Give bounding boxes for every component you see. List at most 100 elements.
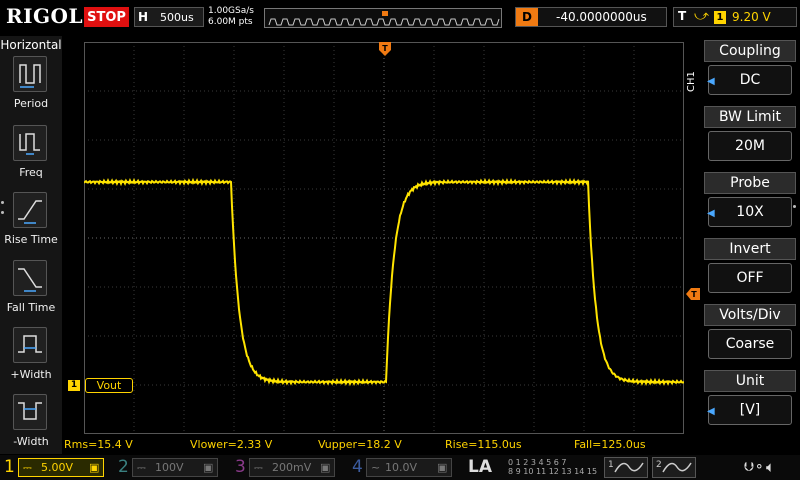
measurement-vlower: Vlower=2.33 V: [190, 438, 273, 451]
measure-fall-time-button[interactable]: Fall Time: [0, 260, 62, 322]
run-stop-status[interactable]: STOP: [84, 7, 129, 27]
left-arrow-icon: ◀: [707, 76, 715, 87]
ch1-label: Vout: [85, 378, 133, 393]
left-arrow-icon: ◀: [707, 208, 715, 219]
dc-coupling-icon: ⎓: [254, 461, 263, 474]
measurement-rms: Rms=15.4 V: [64, 438, 133, 451]
volts-div-softkey[interactable]: Volts/Div Coarse: [704, 304, 796, 366]
left-arrow-icon: ◀: [707, 406, 715, 417]
probe-softkey[interactable]: Probe ◀ 10X: [704, 172, 796, 234]
ac-coupling-icon: ~: [371, 461, 381, 474]
trigger-position-marker: [382, 11, 388, 16]
ch2-status[interactable]: 2 ⎓ 100V ▣: [118, 457, 218, 478]
trigger-level: 9.20 V: [732, 10, 771, 24]
coupling-softkey[interactable]: Coupling ◀ DC: [704, 40, 796, 102]
bw-limit-softkey[interactable]: BW Limit 20M: [704, 106, 796, 168]
timebase-box[interactable]: H 500us: [134, 7, 204, 27]
channel-menu: Coupling ◀ DC BW Limit 20M Probe ◀ 10X Inv…: [704, 40, 800, 454]
page-dots-right: [793, 205, 796, 208]
digital-row-high: 8 9 10 11 12 13 14 15: [508, 467, 598, 476]
unit-label: Unit: [704, 370, 796, 392]
digital-channels-indicator[interactable]: 0 1 2 3 4 5 6 7 8 9 10 11 12 13 14 15: [508, 458, 601, 477]
unit-softkey[interactable]: Unit ◀ [V]: [704, 370, 796, 432]
probe-label: Probe: [704, 172, 796, 194]
coupling-value: ◀ DC: [707, 65, 792, 95]
ch2-number: 2: [118, 457, 129, 477]
memory-overview-bar[interactable]: [264, 8, 502, 28]
measure-negative-width-button[interactable]: -Width: [0, 394, 62, 456]
coupling-label: Coupling: [704, 40, 796, 62]
channel-status-bar: 1 ⎓ 5.00V ▣ 2 ⎓ 100V ▣ 3 ⎓ 200mV ▣ 4 ~ 1…: [0, 455, 800, 480]
volts-div-value: Coarse: [708, 329, 792, 359]
horizontal-menu: Horizontal Period Freq Rise Time Fall Ti…: [0, 36, 62, 454]
delay-value: -40.0000000us: [556, 10, 647, 24]
waveform-display[interactable]: T: [84, 42, 684, 434]
ch1-status[interactable]: 1 ⎓ 5.00V ▣: [4, 457, 104, 478]
ch3-scale: 200mV: [272, 461, 312, 474]
speaker-mute-icon[interactable]: 🔈︎: [766, 458, 775, 476]
ch3-status[interactable]: 3 ⎓ 200mV ▣: [235, 457, 335, 478]
bw-limit-label: BW Limit: [704, 106, 796, 128]
timebase-value: 500us: [160, 11, 194, 24]
invert-label: Invert: [704, 238, 796, 260]
graticule: [84, 42, 684, 434]
wave-icon: [614, 462, 644, 473]
bandwidth-limit-icon: ▣: [320, 461, 331, 474]
menu-title: Horizontal: [0, 38, 62, 52]
dc-coupling-icon: ⎓: [23, 461, 32, 474]
ch1-offset-marker[interactable]: 1 Vout: [68, 378, 134, 393]
measure-rise-time-button[interactable]: Rise Time: [0, 192, 62, 254]
svg-text:T: T: [382, 44, 388, 53]
unit-value: ◀ [V]: [707, 395, 792, 425]
rise-time-label: Rise Time: [4, 233, 58, 246]
delay-box[interactable]: D -40.0000000us: [515, 7, 667, 27]
rising-edge-icon: ⤻: [694, 8, 709, 24]
ch2-scale: 100V: [155, 461, 184, 474]
ch4-status[interactable]: 4 ~ 10.0V ▣: [352, 457, 452, 478]
measurement-fall: Fall=125.0us: [574, 438, 646, 451]
bandwidth-limit-icon: ▣: [203, 461, 214, 474]
positive-width-icon: [13, 327, 47, 363]
negative-width-label: -Width: [13, 435, 49, 448]
ch1-marker-number: 1: [68, 380, 80, 391]
trigger-level-marker[interactable]: T: [686, 288, 700, 300]
measure-period-button[interactable]: Period: [0, 56, 62, 118]
period-label: Period: [13, 97, 49, 110]
logic-analyzer-label[interactable]: LA: [468, 457, 492, 477]
ch1-number: 1: [4, 457, 15, 477]
positive-width-label: +Width: [10, 368, 52, 381]
measurement-rise: Rise=115.0us: [445, 438, 522, 451]
brand-logo: RIGOL: [6, 4, 84, 28]
ch1-scale: 5.00V: [41, 461, 74, 474]
measurement-vupper: Vupper=18.2 V: [318, 438, 402, 451]
period-icon: [13, 56, 47, 92]
trigger-position-icon[interactable]: T: [379, 42, 393, 58]
wave-icon: [662, 462, 692, 473]
horizontal-label: H: [138, 10, 149, 24]
decode-2-button[interactable]: 2: [652, 457, 696, 478]
negative-width-icon: [13, 394, 47, 430]
trigger-source: 1: [714, 11, 726, 24]
trigger-box[interactable]: T ⤻ 1 9.20 V: [673, 7, 797, 27]
fall-time-label: Fall Time: [6, 301, 56, 314]
delay-label: D: [516, 8, 538, 26]
measure-freq-button[interactable]: Freq: [0, 125, 62, 187]
bandwidth-limit-icon: ▣: [89, 461, 100, 474]
acquisition-info: 1.00GSa/s 6.00M pts: [208, 6, 254, 28]
measure-positive-width-button[interactable]: +Width: [0, 327, 62, 389]
rise-time-icon: [13, 192, 47, 228]
probe-value: ◀ 10X: [707, 197, 792, 227]
decode-1-button[interactable]: 1: [604, 457, 648, 478]
freq-label: Freq: [19, 166, 43, 179]
volts-div-label: Volts/Div: [704, 304, 796, 326]
ch4-scale: 10.0V: [385, 461, 418, 474]
ch3-number: 3: [235, 457, 246, 477]
ch4-number: 4: [352, 457, 363, 477]
invert-softkey[interactable]: Invert OFF: [704, 238, 796, 300]
trigger-label: T: [678, 9, 687, 23]
svg-text:T: T: [691, 290, 697, 299]
invert-value: OFF: [708, 263, 792, 293]
frequency-icon: [13, 125, 47, 161]
bandwidth-limit-icon: ▣: [437, 461, 448, 474]
dc-coupling-icon: ⎓: [137, 461, 146, 474]
